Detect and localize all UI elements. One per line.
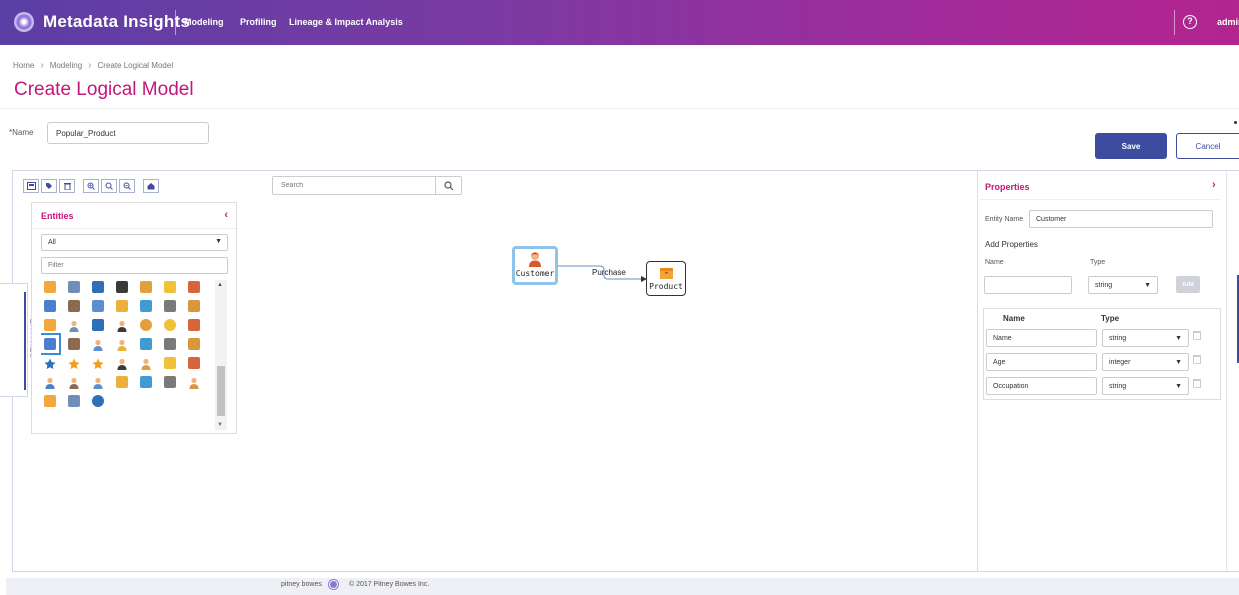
footer [6, 578, 1239, 595]
diagram-node-customer[interactable]: Customer [512, 246, 558, 285]
property-name-input[interactable] [986, 377, 1097, 395]
footer-brand: pitney bowes [281, 581, 322, 588]
properties-header-type: Type [1101, 314, 1120, 323]
person-icon [529, 252, 541, 267]
entity-name-label: Entity Name [985, 216, 1024, 223]
trash-icon[interactable] [1193, 355, 1201, 364]
diagram-edges [558, 265, 647, 282]
property-type-select[interactable]: string ▼ [1102, 329, 1189, 347]
new-property-name-label: Name [985, 259, 1004, 266]
property-type-value: integer [1109, 358, 1131, 366]
caret-down-icon: ▼ [1144, 281, 1151, 289]
properties-rule [980, 199, 1220, 200]
property-type-value: string [1109, 382, 1127, 390]
caret-down-icon: ▼ [1175, 334, 1182, 342]
footer-copyright: © 2017 Pitney Bowes Inc. [349, 581, 430, 588]
trash-icon[interactable] [1193, 379, 1201, 388]
add-properties-heading: Add Properties [985, 240, 1038, 249]
property-type-select[interactable]: string ▼ [1102, 377, 1189, 395]
properties-divider [977, 171, 978, 571]
property-type-value: string [1109, 334, 1127, 342]
properties-right-edge [1226, 171, 1227, 571]
add-property-button[interactable]: Add [1176, 276, 1200, 293]
node-label-customer: Customer [515, 269, 555, 278]
property-name-input[interactable] [986, 329, 1097, 347]
new-property-type-label: Type [1090, 259, 1106, 266]
caret-down-icon: ▼ [1175, 358, 1182, 366]
edge-label-purchase[interactable]: Purchase [592, 268, 626, 277]
new-property-type-value: string [1095, 281, 1113, 289]
caret-down-icon: ▼ [1175, 382, 1182, 390]
trash-icon[interactable] [1193, 331, 1201, 340]
node-label-product: Product [649, 282, 683, 291]
box-icon [659, 268, 673, 279]
diagram-node-product[interactable]: Product [646, 261, 686, 296]
collapse-right-icon[interactable]: › [1212, 179, 1216, 191]
properties-title: Properties [985, 182, 1030, 192]
property-type-select[interactable]: integer ▼ [1102, 353, 1189, 371]
entity-name-input[interactable] [1029, 210, 1213, 228]
new-property-type-select[interactable]: string ▼ [1088, 276, 1158, 294]
properties-header-name: Name [1003, 314, 1025, 323]
property-name-input[interactable] [986, 353, 1097, 371]
pitney-bowes-logo-icon [329, 580, 338, 589]
new-property-name-input[interactable] [984, 276, 1072, 294]
